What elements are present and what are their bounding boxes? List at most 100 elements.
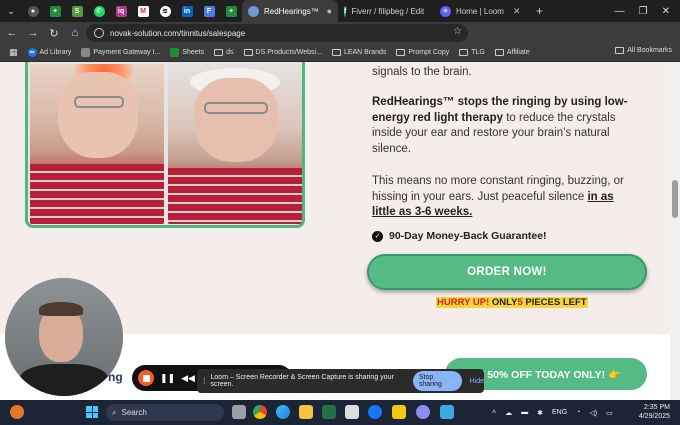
- photo-panel-left: [30, 64, 164, 224]
- search-icon: ⌕: [112, 407, 117, 417]
- bookmark-star-icon[interactable]: ☆: [453, 26, 462, 37]
- apps-icon[interactable]: ▦: [9, 47, 18, 58]
- clock-date: 4/29/2025: [638, 413, 670, 420]
- monitor-app-icon[interactable]: [440, 405, 454, 419]
- photo-panel-right: [168, 64, 302, 224]
- facebook-icon[interactable]: [368, 405, 382, 419]
- pinned-tab-gmail[interactable]: M: [132, 0, 154, 22]
- rewind-icon[interactable]: ◀◀: [181, 373, 195, 384]
- bookmark-tlg[interactable]: TLG: [459, 49, 485, 56]
- taskbar-clock[interactable]: 2:35 PM 4/29/2025: [639, 403, 670, 421]
- pinned-tab[interactable]: ●: [22, 0, 44, 22]
- bookmarks-bar: ▦ ∞ Ad Library Payment Gateway I... Sheet…: [0, 44, 680, 62]
- bookmark-lean-brands[interactable]: LEAN Brands: [331, 49, 386, 56]
- tab-loom[interactable]: ✳ Home | Loom ✕: [434, 0, 530, 22]
- taskbar-search[interactable]: ⌕ Search: [106, 404, 224, 421]
- pinned-tab-sheets[interactable]: +: [44, 0, 66, 22]
- glasses: [74, 96, 124, 108]
- bookmark-ds-products[interactable]: DS Products/Websi...: [243, 49, 322, 56]
- bluetooth-icon[interactable]: ✱: [537, 409, 543, 417]
- close-tab-icon[interactable]: ✕: [513, 6, 521, 17]
- pinned-tab-linkedin[interactable]: in: [176, 0, 198, 22]
- home-icon[interactable]: ⌂: [66, 24, 84, 42]
- tab-redhearings[interactable]: RedHearings™ ●: [242, 0, 338, 22]
- hide-button[interactable]: Hide: [470, 378, 484, 385]
- tab-search-icon[interactable]: ⌄: [0, 0, 22, 22]
- pause-icon[interactable]: ❚❚: [160, 373, 175, 384]
- calculator-icon[interactable]: [345, 405, 359, 419]
- folder-icon: [459, 49, 469, 56]
- browser-toolbar: ← → ↻ ⌂ novak-solution.com/tinnitus/sale…: [0, 22, 680, 61]
- system-tray: ˄ ☁ ▬ ✱ ENG ◔ ◁) ▭: [492, 400, 613, 425]
- start-button[interactable]: [86, 406, 98, 418]
- volume-icon[interactable]: ◁): [589, 409, 597, 417]
- fiverr-icon: f: [344, 5, 347, 17]
- tab-fiverr[interactable]: f Fiverr / filipbeg / Edit ✕: [338, 0, 434, 22]
- reload-icon[interactable]: ↻: [45, 24, 63, 42]
- bookmark-prompt-copy[interactable]: Prompt Copy: [396, 49, 449, 56]
- chrome-icon[interactable]: [253, 405, 267, 419]
- page-scrollbar[interactable]: [670, 62, 680, 400]
- pieces-count: 5: [517, 297, 523, 308]
- edge-icon[interactable]: [276, 405, 290, 419]
- app-icon[interactable]: [416, 405, 430, 419]
- pinned-tab-spotify[interactable]: ≋: [154, 0, 176, 22]
- screen: ⌄ ● + S ✆ iq M ≋ in F + RedHearings™ ● f…: [0, 0, 680, 425]
- maximize-icon[interactable]: ❐: [639, 6, 648, 17]
- sticky-notes-icon[interactable]: [392, 405, 406, 419]
- stop-sharing-button[interactable]: Stop sharing: [412, 371, 462, 391]
- pinned-tab-forms[interactable]: F: [198, 0, 220, 22]
- presenter-shirt: [19, 364, 109, 396]
- forward-icon[interactable]: →: [24, 24, 42, 42]
- clock-time: 2:35 PM: [643, 404, 670, 411]
- address-bar[interactable]: novak-solution.com/tinnitus/salespage ☆: [86, 24, 468, 42]
- timeline-paragraph: This means no more constant ringing, buz…: [372, 174, 638, 221]
- file-explorer-icon[interactable]: [299, 405, 313, 419]
- close-window-icon[interactable]: ✕: [662, 6, 670, 17]
- bookmark-sheets[interactable]: Sheets: [170, 48, 204, 57]
- minimize-icon[interactable]: —: [615, 6, 625, 17]
- sheets-icon: [170, 48, 180, 57]
- pinned-tab-sheets-2[interactable]: +: [220, 0, 242, 22]
- pinned-tab-shopify[interactable]: S: [66, 0, 88, 22]
- intro-tail-text: signals to the brain.: [372, 66, 472, 78]
- tab-label: RedHearings™: [264, 6, 319, 16]
- battery-icon[interactable]: ▭: [606, 409, 613, 417]
- order-now-button[interactable]: ORDER NOW!: [367, 254, 647, 290]
- all-bookmarks[interactable]: All Bookmarks: [615, 47, 672, 54]
- wifi-icon[interactable]: ◔: [576, 409, 580, 416]
- new-tab-button[interactable]: +: [530, 0, 549, 22]
- stop-recording-button[interactable]: [138, 370, 154, 386]
- pieces-left-text: PIECES LEFT: [525, 297, 587, 308]
- folder-icon: [243, 49, 253, 56]
- scrollbar-thumb[interactable]: [672, 180, 678, 218]
- bookmark-ds[interactable]: ds: [214, 49, 234, 56]
- pinned-tab-analytics[interactable]: iq: [110, 0, 132, 22]
- task-view-icon[interactable]: [232, 405, 246, 419]
- drag-handle-icon[interactable]: ⁞: [203, 376, 206, 386]
- loom-camera-bubble[interactable]: [5, 278, 123, 396]
- before-after-photo: [25, 62, 305, 228]
- close-tab-icon[interactable]: ●: [327, 6, 332, 16]
- url-text: novak-solution.com/tinnitus/salespage: [110, 28, 246, 38]
- scarcity-banner: HURRY UP! ONLY5 PIECES LEFT: [436, 297, 588, 308]
- cloud-icon[interactable]: ☁: [505, 409, 512, 417]
- striped-shirt: [30, 164, 164, 224]
- only-text: ONLY: [491, 297, 518, 308]
- site-info-icon[interactable]: [94, 28, 104, 38]
- screen-sharing-bar: ⁞ Loom – Screen Recorder & Screen Captur…: [197, 369, 484, 393]
- pinned-tab-whatsapp[interactable]: ✆: [88, 0, 110, 22]
- face: [58, 72, 138, 158]
- tray-app-icon[interactable]: ▬: [521, 409, 528, 416]
- show-hidden-icons-icon[interactable]: ˄: [492, 409, 496, 416]
- folder-icon: [494, 49, 504, 56]
- widgets-icon[interactable]: [10, 405, 24, 419]
- hurry-text: HURRY UP!: [437, 297, 490, 308]
- excel-icon[interactable]: [322, 405, 336, 419]
- meta-icon: ∞: [27, 48, 37, 57]
- back-icon[interactable]: ←: [3, 24, 21, 42]
- bookmark-affiliate[interactable]: Affiliate: [494, 49, 530, 56]
- bookmark-ad-library[interactable]: ∞ Ad Library: [27, 48, 71, 57]
- bookmark-payment-gateway[interactable]: Payment Gateway I...: [81, 48, 160, 57]
- language-indicator[interactable]: ENG: [552, 409, 567, 416]
